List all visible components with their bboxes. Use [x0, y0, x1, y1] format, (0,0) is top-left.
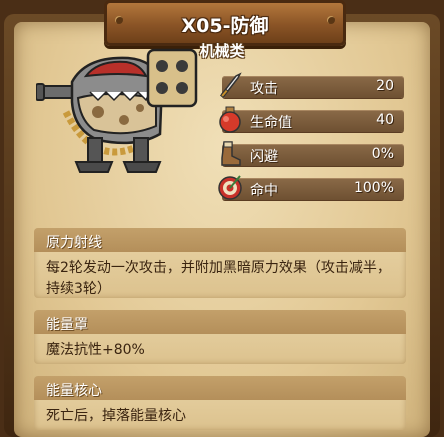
stat-row-hit: 命中 100%	[218, 175, 404, 200]
unit-info-panel: X05-防御 机械类 攻击 20 生命值 40 闪避 0% 命中 100% 原力…	[0, 0, 444, 437]
target-icon	[218, 175, 242, 200]
skill-name: 原力射线	[46, 235, 102, 251]
stat-label: 攻击	[250, 81, 278, 97]
skill-card-header	[34, 310, 406, 334]
stat-label: 闪避	[250, 149, 278, 165]
skill-card: 原力射线 每2轮发动一次攻击，并附加黑暗原力效果（攻击减半，持续3轮）	[34, 228, 406, 298]
unit-name: X05-防御	[181, 15, 269, 37]
sword-icon	[219, 72, 242, 99]
skill-description: 死亡后，掉落能量核心	[46, 408, 186, 424]
robot-unit-portrait	[36, 48, 198, 173]
stat-label: 命中	[250, 183, 278, 199]
skill-description: 魔法抗性+80%	[46, 342, 145, 358]
stat-row-dodge: 闪避 0%	[221, 141, 404, 166]
skill-description: 每2轮发动一次攻击，并附加黑暗原力效果（攻击减半，持续3轮）	[46, 260, 391, 297]
skill-name: 能量罩	[46, 317, 88, 333]
stat-row-attack: 攻击 20	[219, 72, 404, 99]
skill-name: 能量核心	[46, 383, 102, 399]
skill-card: 能量罩 魔法抗性+80%	[34, 310, 406, 364]
skill-card: 能量核心 死亡后，掉落能量核心	[34, 376, 406, 430]
stat-value: 40	[376, 112, 394, 128]
stat-value: 20	[376, 78, 394, 94]
stat-row-hp: 生命值 40	[219, 106, 404, 133]
stat-label: 生命值	[250, 115, 292, 131]
stat-value: 0%	[371, 146, 394, 162]
boot-icon	[221, 141, 241, 166]
potion-icon	[219, 106, 241, 133]
stat-value: 100%	[353, 180, 394, 196]
